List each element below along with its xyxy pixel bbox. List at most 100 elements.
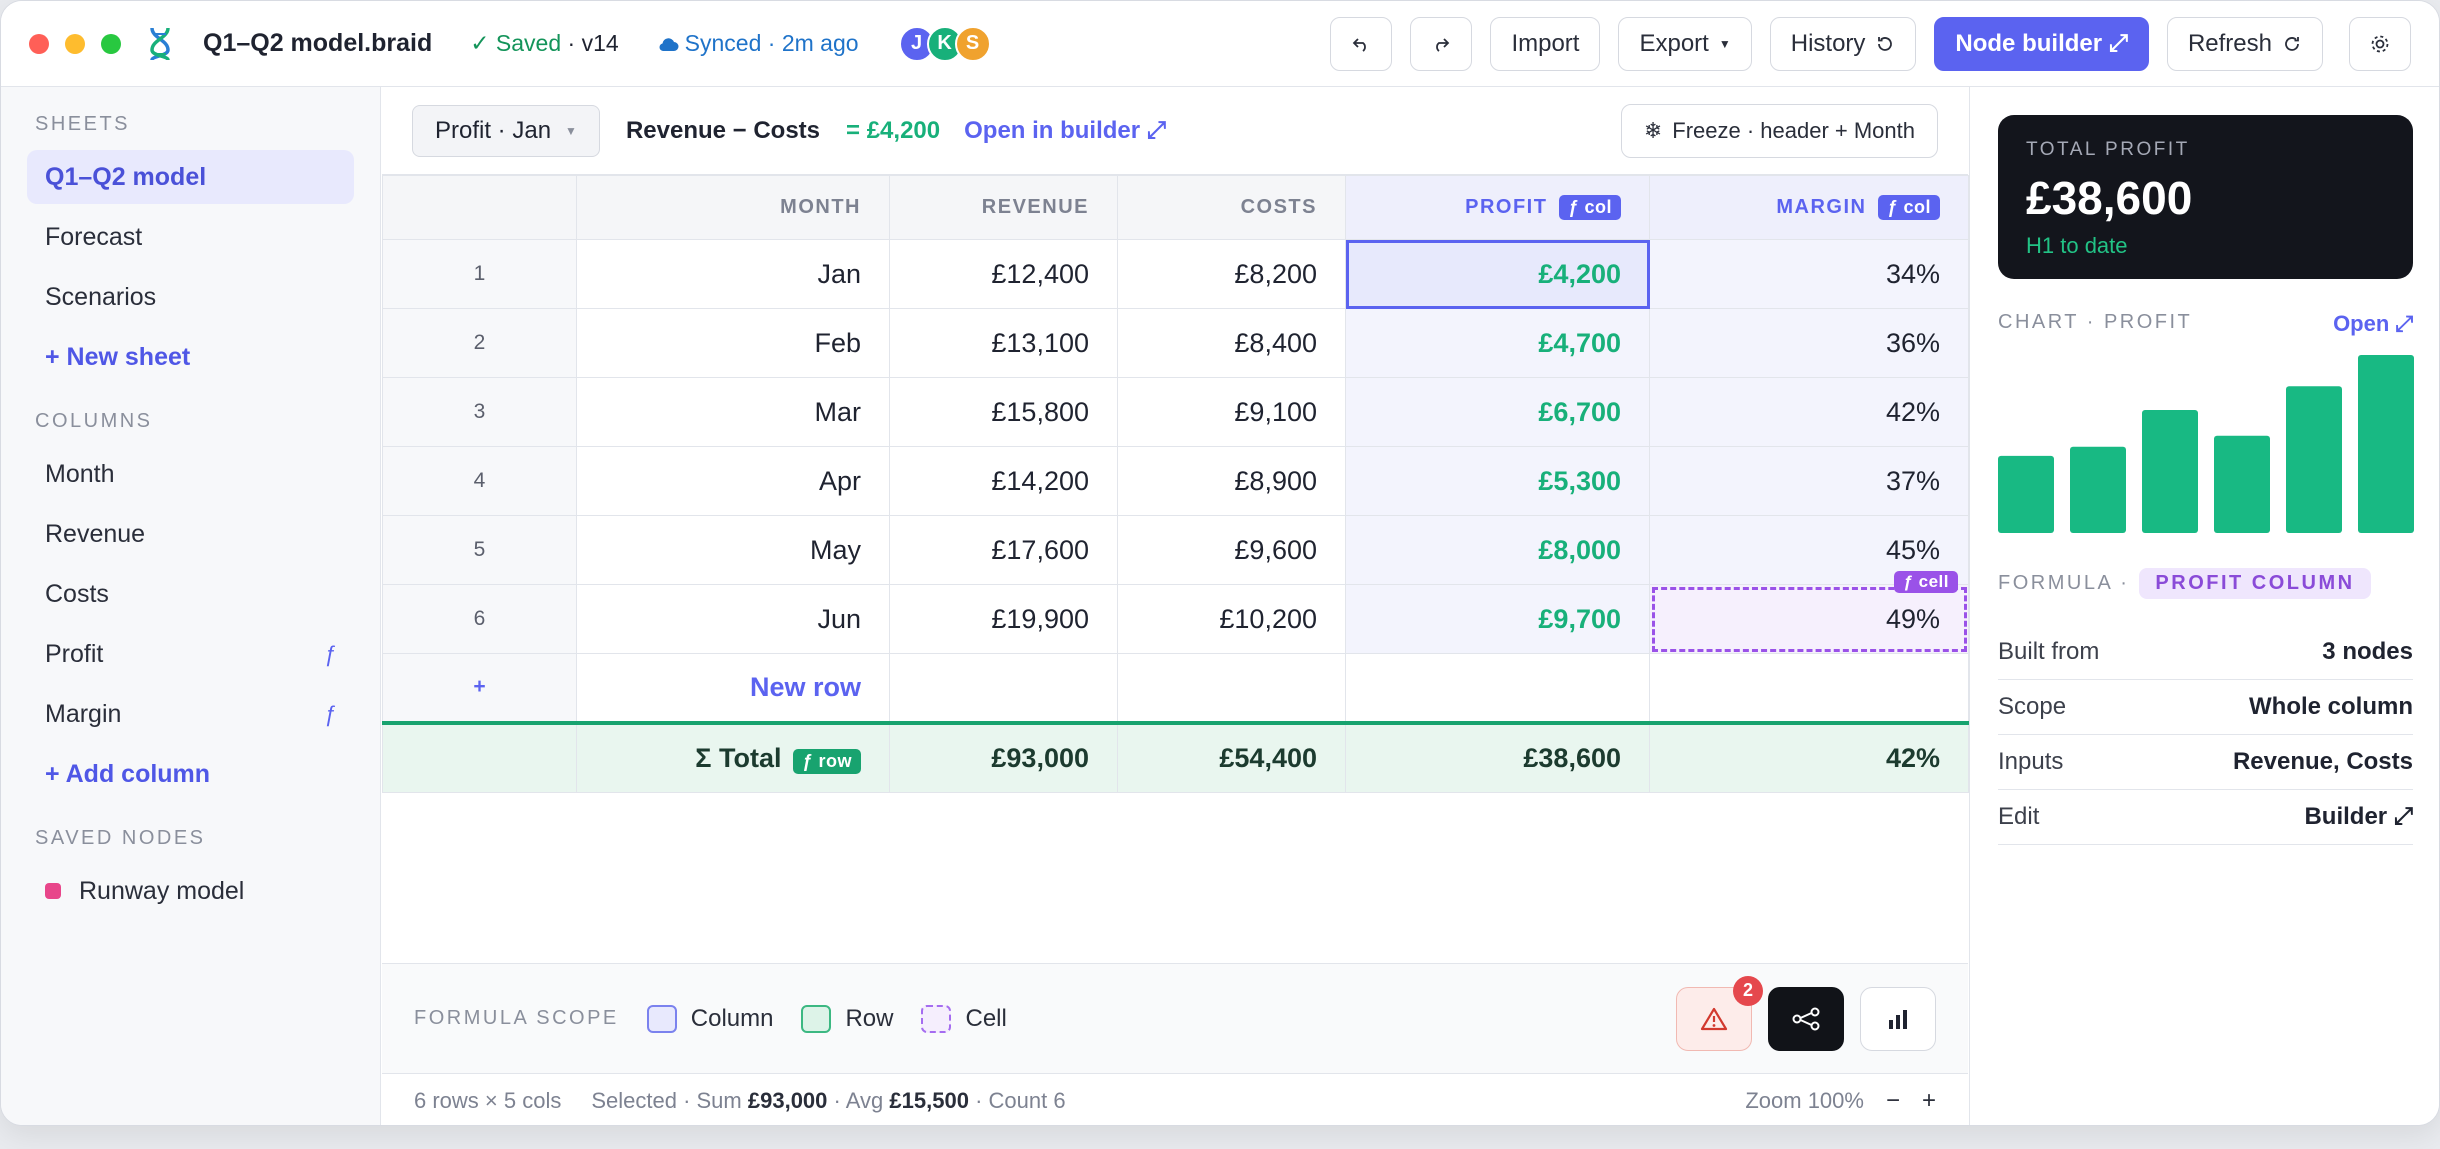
cell-profit[interactable]: £4,700 (1345, 308, 1650, 378)
row-index[interactable]: 2 (382, 308, 577, 378)
total-profit-subtitle: H1 to date (2026, 233, 2128, 258)
row-index[interactable]: 6 (382, 584, 577, 654)
column-header-costs[interactable]: COSTS (1117, 175, 1346, 240)
column-header-revenue[interactable]: REVENUE (889, 175, 1118, 240)
cell-margin[interactable]: 42% (1649, 377, 1969, 447)
close-window-button[interactable] (29, 33, 49, 54)
cell-margin-formula[interactable]: ƒ cell 49% (1649, 571, 1969, 654)
cell-month[interactable]: Jun (576, 584, 890, 654)
history-button[interactable]: History (1769, 16, 1917, 71)
cell-revenue[interactable]: £14,200 (889, 446, 1118, 516)
sidebar-item-sheet[interactable]: Scenarios (27, 270, 354, 324)
new-row-add-icon[interactable]: + (382, 653, 577, 723)
edit-builder-row[interactable]: Edit Builder ⤢ (1998, 790, 2413, 845)
row-index[interactable]: 1 (382, 239, 577, 309)
warnings-button[interactable]: 2 (1676, 975, 1763, 1051)
chart-view-button[interactable] (1860, 986, 1936, 1051)
cell-costs[interactable]: £8,900 (1117, 446, 1346, 516)
row-index[interactable]: 5 (382, 515, 577, 585)
cell-margin[interactable]: 37% (1649, 446, 1969, 516)
sidebar-item-column[interactable]: Margin ƒ (27, 687, 354, 741)
sidebar-item-column[interactable]: Month (27, 447, 354, 501)
cell-month[interactable]: Feb (576, 308, 890, 378)
new-row-button[interactable]: New row (576, 653, 890, 723)
chart-bar-jun[interactable] (2358, 355, 2414, 533)
total-profit-value: £38,600 (2026, 172, 2193, 224)
cell-revenue[interactable]: £13,100 (889, 308, 1118, 378)
new-sheet-button[interactable]: + New sheet (27, 330, 354, 384)
table-row: 2 Feb £13,100 £8,400 £4,700 36% (382, 308, 1969, 378)
cell-profit[interactable]: £6,700 (1345, 377, 1650, 447)
cell-profit[interactable]: £9,700 (1345, 584, 1650, 654)
sidebar-item-saved-node[interactable]: Runway model (27, 864, 354, 918)
sidebar-item-sheet[interactable]: Q1–Q2 model (27, 150, 354, 204)
chart-bar-feb[interactable] (2070, 446, 2126, 533)
node-builder-button[interactable]: Node builder ⤢ (1934, 16, 2149, 71)
cell-costs[interactable]: £8,200 (1117, 239, 1346, 309)
cell-revenue[interactable]: £17,600 (889, 515, 1118, 585)
cell-month[interactable]: Apr (576, 446, 890, 516)
cell-margin[interactable]: 34% (1649, 239, 1969, 309)
zoom-window-button[interactable] (101, 33, 121, 54)
cell-revenue[interactable]: £12,400 (889, 239, 1118, 309)
sidebar-item-column[interactable]: Profit ƒ (27, 627, 354, 681)
empty-cell[interactable] (889, 653, 1118, 723)
empty-cell[interactable] (1117, 653, 1346, 723)
cell-profit[interactable]: £8,000 (1345, 515, 1650, 585)
add-column-button[interactable]: + Add column (27, 747, 354, 801)
zoom-in-button[interactable]: + (1922, 1087, 1936, 1115)
zoom-out-button[interactable]: − (1886, 1087, 1900, 1115)
sidebar-item-column[interactable]: Revenue (27, 507, 354, 561)
cell-month[interactable]: May (576, 515, 890, 585)
cell-revenue[interactable]: £15,800 (889, 377, 1118, 447)
sidebar-item-column[interactable]: Costs (27, 567, 354, 621)
column-name: Month (45, 459, 115, 488)
row-index[interactable]: 3 (382, 377, 577, 447)
undo-button[interactable] (1330, 16, 1393, 71)
node-view-button[interactable] (1768, 986, 1844, 1051)
cell-costs[interactable]: £10,200 (1117, 584, 1346, 654)
open-chart-link[interactable]: Open ⤢ (2333, 311, 2413, 337)
row-index[interactable]: 4 (382, 446, 577, 516)
total-costs[interactable]: £54,400 (1117, 720, 1346, 793)
cell-costs[interactable]: £9,100 (1117, 377, 1346, 447)
import-button[interactable]: Import (1490, 16, 1601, 71)
export-button[interactable]: Export ▼ (1618, 16, 1752, 71)
profit-bar-chart[interactable] (1998, 355, 2414, 533)
column-header-month[interactable]: MONTH (576, 175, 890, 240)
formula-expression[interactable]: Revenue − Costs (626, 117, 820, 145)
column-header-margin[interactable]: MARGIN ƒ col (1649, 175, 1969, 240)
open-in-builder-link[interactable]: Open in builder ⤢ (964, 117, 1166, 145)
cell-margin[interactable]: 36% (1649, 308, 1969, 378)
redo-button[interactable] (1410, 16, 1473, 71)
chart-bar-apr[interactable] (2214, 435, 2270, 533)
corner-cell[interactable] (382, 175, 577, 240)
chart-bar-jan[interactable] (1998, 455, 2054, 533)
empty-cell[interactable] (1649, 653, 1969, 723)
empty-cell[interactable] (1345, 653, 1650, 723)
chart-label: CHART · PROFIT (1998, 311, 2193, 333)
settings-button[interactable] (2349, 16, 2411, 71)
column-header-profit[interactable]: PROFIT ƒ col (1345, 175, 1650, 240)
cell-costs[interactable]: £9,600 (1117, 515, 1346, 585)
chart-bar-may[interactable] (2286, 386, 2342, 533)
sidebar-item-sheet[interactable]: Forecast (27, 210, 354, 264)
cell-month[interactable]: Jan (576, 239, 890, 309)
cell-profit[interactable]: £5,300 (1345, 446, 1650, 516)
new-row: + New row (382, 653, 1969, 723)
refresh-button[interactable]: Refresh (2166, 16, 2323, 71)
freeze-button[interactable]: ❄ Freeze · header + Month (1620, 103, 1938, 158)
chart-bar-mar[interactable] (2142, 410, 2198, 533)
total-margin[interactable]: 42% (1649, 720, 1969, 793)
column-name: Profit (45, 639, 104, 668)
history-label: History (1790, 29, 1866, 57)
cell-profit-selected[interactable]: £4,200 (1345, 239, 1650, 309)
total-profit[interactable]: £38,600 (1345, 720, 1650, 793)
total-revenue[interactable]: £93,000 (889, 720, 1118, 793)
avatar[interactable]: S (954, 25, 991, 62)
cell-costs[interactable]: £8,400 (1117, 308, 1346, 378)
cell-revenue[interactable]: £19,900 (889, 584, 1118, 654)
minimize-window-button[interactable] (65, 33, 85, 54)
cell-reference-dropdown[interactable]: Profit · Jan ▼ (412, 104, 600, 157)
cell-month[interactable]: Mar (576, 377, 890, 447)
